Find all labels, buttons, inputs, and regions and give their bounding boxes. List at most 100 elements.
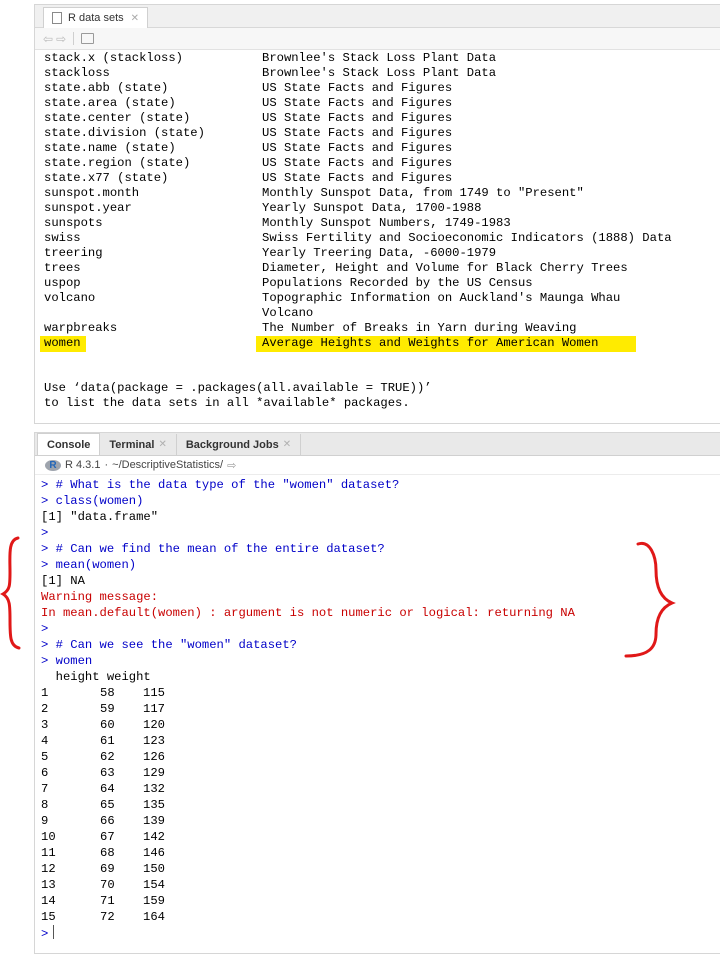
console-input-line: > women	[41, 654, 93, 668]
dataset-description: US State Facts and Figures	[262, 111, 453, 125]
weight-value: 135	[143, 798, 165, 812]
weight-value: 115	[143, 686, 165, 700]
dataset-name: sunspot.year	[44, 201, 132, 215]
dataset-name: state.x77 (state)	[44, 171, 169, 185]
back-arrow-icon[interactable]: ⇦	[43, 33, 53, 45]
console-warning-line: In mean.default(women) : argument is not…	[41, 606, 575, 620]
dataset-description: Yearly Treering Data, -6000-1979	[262, 246, 497, 260]
weight-value: 142	[143, 830, 165, 844]
dataset-name: state.center (state)	[44, 111, 191, 125]
document-icon	[52, 12, 62, 24]
working-directory[interactable]: ~/DescriptiveStatistics/	[112, 459, 223, 471]
dataset-name: uspop	[44, 276, 81, 290]
show-in-window-icon[interactable]	[81, 33, 95, 44]
table-row: 10 67 142	[41, 829, 717, 845]
dataset-description: US State Facts and Figures	[262, 171, 453, 185]
console-prompt[interactable]: >	[41, 925, 717, 941]
row-index: 4	[41, 734, 49, 748]
dataset-row: warpbreaks The Number of Breaks in Yarn d…	[35, 321, 720, 336]
height-value: 70	[100, 878, 115, 892]
tab-label: Console	[47, 438, 91, 451]
console-output-line: [1] NA	[41, 574, 85, 588]
tab-label: Terminal	[109, 438, 155, 451]
dataset-description: The Number of Breaks in Yarn during Weav…	[262, 321, 577, 335]
dataset-row: uspop Populations Recorded by the US Cens…	[35, 276, 720, 291]
console-output[interactable]: > # What is the data type of the "women"…	[41, 477, 717, 941]
dataset-description: Brownlee's Stack Loss Plant Data	[262, 51, 497, 65]
close-icon[interactable]: ✕	[158, 439, 166, 450]
tab-label: R data sets	[68, 12, 124, 24]
height-value: 59	[100, 702, 115, 716]
dataset-row: state.name (state) US State Facts and Fig…	[35, 141, 720, 156]
weight-value: 120	[143, 718, 165, 732]
dataset-description: US State Facts and Figures	[262, 141, 453, 155]
height-value: 68	[100, 846, 115, 860]
height-value: 69	[100, 862, 115, 876]
table-row: 2 59 117	[41, 701, 717, 717]
usage-hint: to list the data sets in all *available*…	[44, 396, 410, 410]
dataset-name: sunspot.month	[44, 186, 140, 200]
weight-value: 150	[143, 862, 165, 876]
console-input-line: >	[41, 622, 49, 636]
dataset-name: treering	[44, 246, 103, 260]
dataset-description: Swiss Fertility and Socioeconomic Indica…	[262, 231, 672, 245]
weight-value: 164	[143, 910, 165, 924]
weight-value: 132	[143, 782, 165, 796]
row-index: 11	[41, 846, 56, 860]
table-row: 8 65 135	[41, 797, 717, 813]
table-row: 6 63 129	[41, 765, 717, 781]
height-value: 63	[100, 766, 115, 780]
console-input-line: > # What is the data type of the "women"…	[41, 478, 400, 492]
height-value: 67	[100, 830, 115, 844]
close-icon[interactable]: ✕	[131, 13, 139, 24]
row-index: 6	[41, 766, 49, 780]
weight-value: 123	[143, 734, 165, 748]
weight-value: 139	[143, 814, 165, 828]
dataset-name: stack.x (stackloss)	[44, 51, 183, 65]
weight-value: 154	[143, 878, 165, 892]
dataset-row: stackloss Brownlee's Stack Loss Plant Dat…	[35, 66, 720, 81]
dataset-row: state.center (state) US State Facts and F…	[35, 111, 720, 126]
dataset-row: state.region (state) US State Facts and F…	[35, 156, 720, 171]
dataset-description: US State Facts and Figures	[262, 156, 453, 170]
height-value: 66	[100, 814, 115, 828]
console-warning-line: Warning message:	[41, 590, 159, 604]
dataset-list: stack.x (stackloss) Brownlee's Stack Loss…	[35, 51, 720, 411]
r-logo-icon: R	[45, 459, 61, 471]
row-index: 9	[41, 814, 49, 828]
close-icon[interactable]: ✕	[283, 439, 291, 450]
tab-r-data-sets[interactable]: R data sets ✕	[43, 7, 149, 28]
text-cursor	[53, 925, 55, 939]
tab-background-jobs[interactable]: Background Jobs ✕	[177, 434, 302, 455]
tab-console[interactable]: Console	[37, 433, 101, 455]
forward-arrow-icon[interactable]: ⇨	[56, 33, 66, 45]
table-row: 3 60 120	[41, 717, 717, 733]
dataset-row: state.division (state) US State Facts and…	[35, 126, 720, 141]
dataset-row: sunspots Monthly Sunspot Numbers, 1749-19…	[35, 216, 720, 231]
dataset-row: stack.x (stackloss) Brownlee's Stack Loss…	[35, 51, 720, 66]
dataset-name: volcano	[44, 291, 96, 305]
row-index: 2	[41, 702, 49, 716]
dataset-description: Yearly Sunspot Data, 1700-1988	[262, 201, 482, 215]
dataset-row: sunspot.year Yearly Sunspot Data, 1700-19…	[35, 201, 720, 216]
dataset-row: treering Yearly Treering Data, -6000-1979	[35, 246, 720, 261]
weight-value: 146	[143, 846, 165, 860]
prompt-symbol: >	[41, 927, 49, 941]
dataset-description: Diameter, Height and Volume for Black Ch…	[262, 261, 628, 275]
table-row: 15 72 164	[41, 909, 717, 925]
console-input-line: > mean(women)	[41, 558, 137, 572]
dataset-name: sunspots	[44, 216, 103, 230]
dataset-description: Monthly Sunspot Data, from 1749 to "Pres…	[262, 186, 584, 200]
row-index: 8	[41, 798, 49, 812]
tab-terminal[interactable]: Terminal ✕	[100, 434, 177, 455]
row-index: 1	[41, 686, 49, 700]
go-to-directory-icon[interactable]: ⇨	[227, 459, 236, 472]
dataset-name: state.area (state)	[44, 96, 176, 110]
table-row: 14 71 159	[41, 893, 717, 909]
height-value: 65	[100, 798, 115, 812]
separator-dot: ·	[104, 459, 109, 471]
usage-hint: Use ‘data(package = .packages(all.availa…	[44, 381, 432, 395]
table-row: 12 69 150	[41, 861, 717, 877]
console-info-bar: R R 4.3.1 · ~/DescriptiveStatistics/ ⇨	[35, 456, 720, 475]
dataset-row: trees Diameter, Height and Volume for Bla…	[35, 261, 720, 276]
